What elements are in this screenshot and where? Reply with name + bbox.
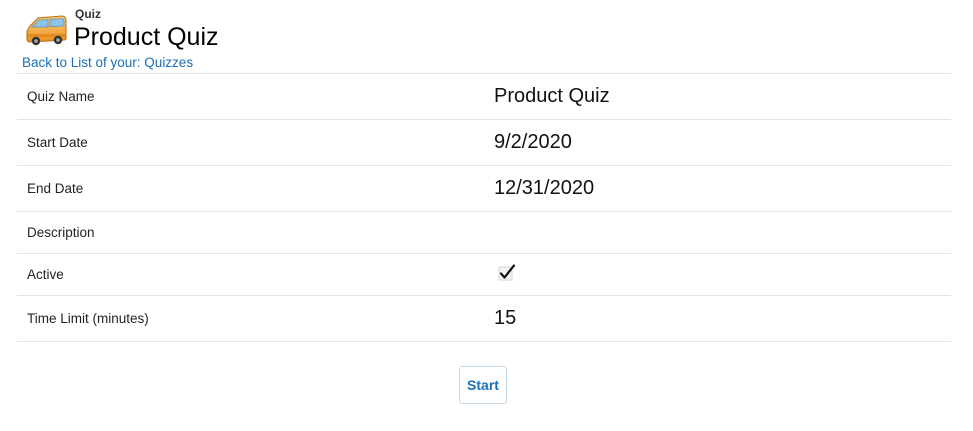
detail-row-quiz-name: Quiz Name Product Quiz [17, 73, 951, 119]
object-type-label: Quiz [75, 7, 101, 21]
field-label: Active [27, 267, 64, 282]
field-label: End Date [27, 181, 84, 196]
detail-row-description: Description [17, 211, 951, 253]
field-label: Quiz Name [27, 89, 95, 104]
field-label: Start Date [27, 135, 88, 150]
start-button[interactable]: Start [459, 366, 507, 404]
page-header: Quiz Product Quiz [22, 6, 622, 62]
detail-row-active: Active [17, 253, 951, 295]
quiz-detail-page: Quiz Product Quiz Back to List of your: … [0, 0, 973, 431]
field-label: Description [27, 225, 95, 240]
page-title: Product Quiz [74, 23, 219, 51]
detail-row-time-limit: Time Limit (minutes) 15 [17, 295, 951, 342]
back-to-list-link[interactable]: Back to List of your: Quizzes [22, 55, 193, 70]
field-value-start-date: 9/2/2020 [494, 131, 572, 153]
field-value-quiz-name: Product Quiz [494, 85, 610, 107]
quiz-detail-table: Quiz Name Product Quiz Start Date 9/2/20… [17, 73, 951, 342]
field-value-time-limit: 15 [494, 307, 517, 329]
detail-row-end-date: End Date 12/31/2020 [17, 165, 951, 211]
checked-checkbox-icon [498, 264, 516, 282]
detail-row-start-date: Start Date 9/2/2020 [17, 119, 951, 165]
field-label: Time Limit (minutes) [27, 311, 149, 326]
field-value-end-date: 12/31/2020 [494, 177, 595, 199]
van-icon [24, 12, 68, 48]
